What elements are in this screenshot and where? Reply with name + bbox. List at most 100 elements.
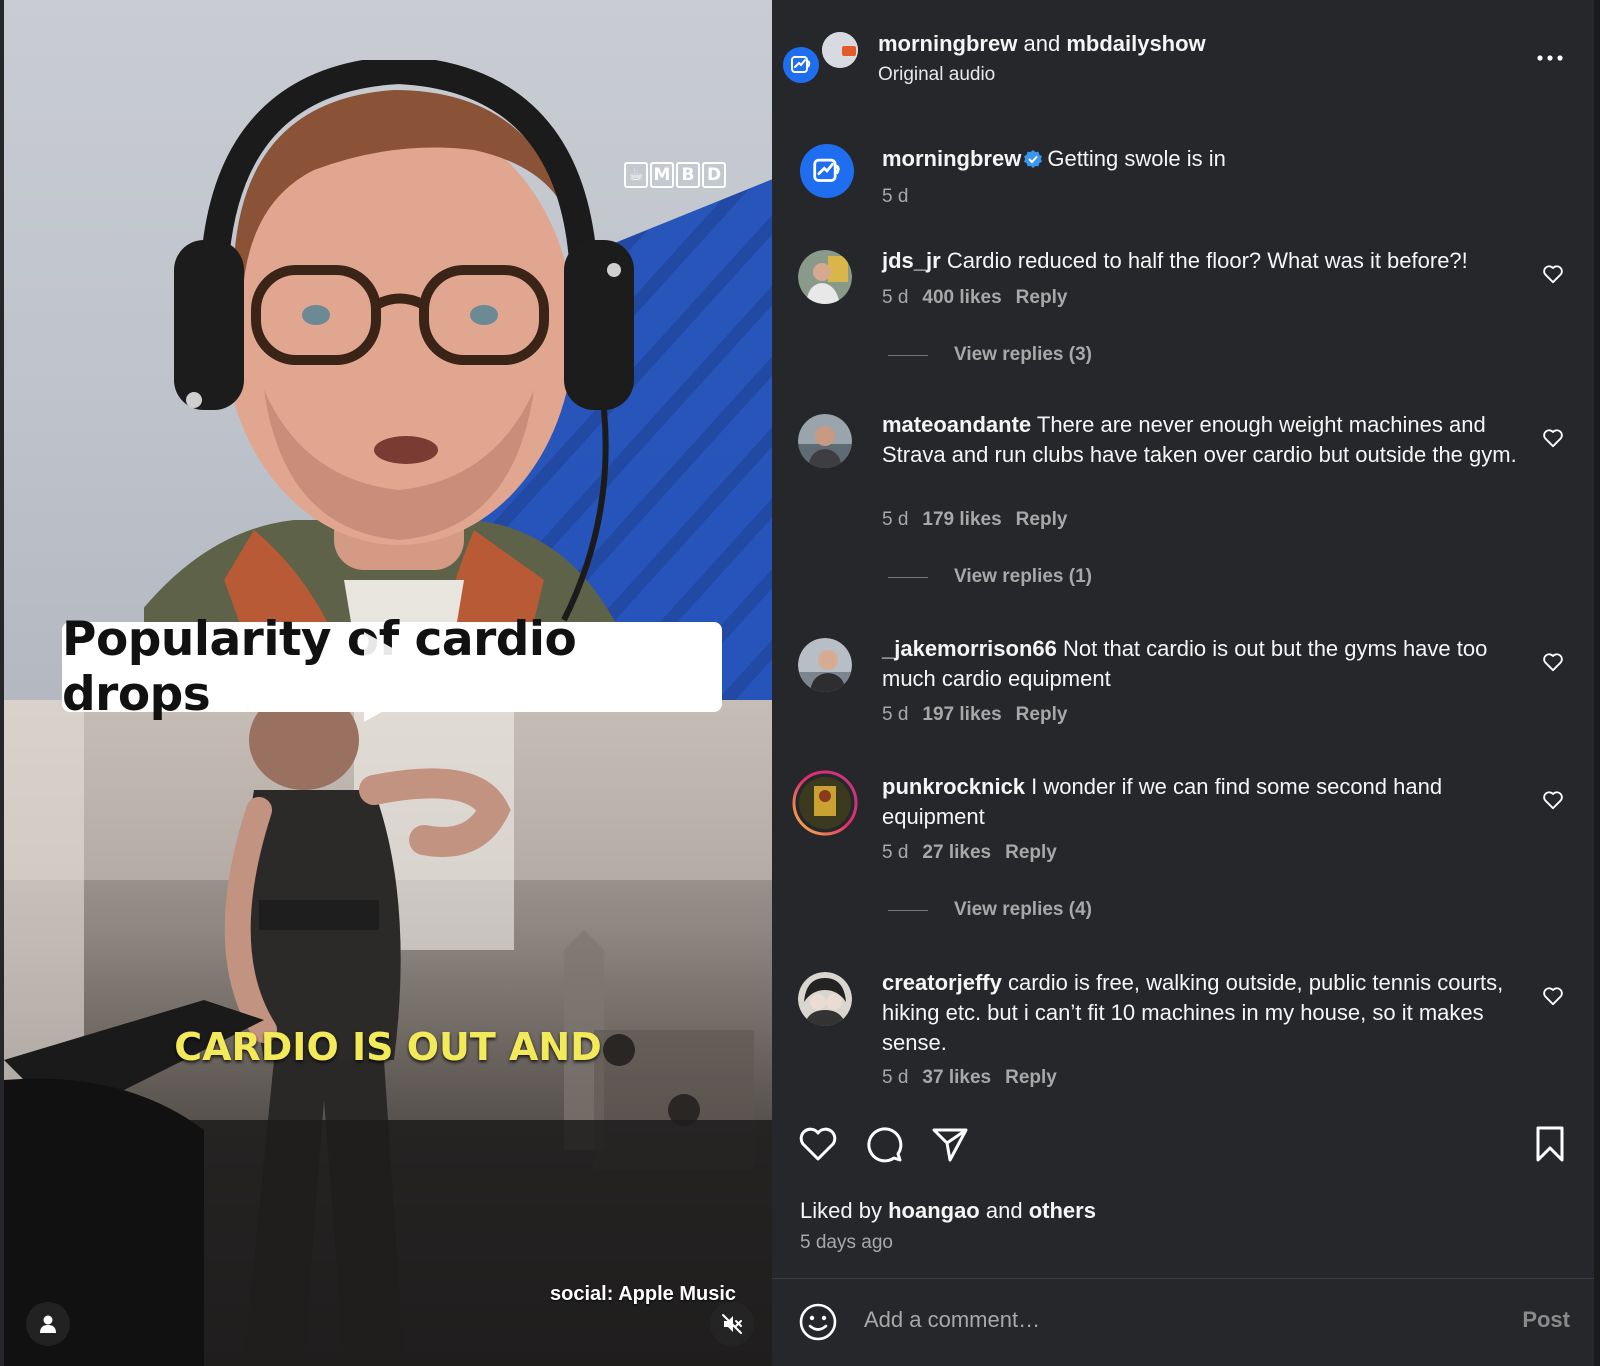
comment-meta: 5 d 27 likes Reply	[882, 842, 1057, 864]
avatar[interactable]	[800, 144, 854, 198]
liked-user-link[interactable]: hoangao	[888, 1198, 980, 1223]
heart-icon[interactable]	[1542, 264, 1564, 284]
caption-time: 5 d	[882, 186, 909, 207]
reply-button[interactable]: Reply	[1016, 509, 1068, 531]
view-replies-label: View replies (1)	[954, 566, 1092, 587]
comment-text: creatorjeffy cardio is free, walking out…	[882, 968, 1532, 1058]
comment-text: jds_jr Cardio reduced to half the floor?…	[882, 246, 1532, 276]
mbd-avatar-icon	[822, 32, 858, 68]
post-side-panel: morningbrew and mbdailyshow Original aud…	[772, 0, 1600, 1366]
post-date: 5 days ago	[800, 1232, 893, 1253]
more-options-icon[interactable]	[1536, 48, 1564, 68]
comment-username[interactable]: jds_jr	[882, 248, 941, 273]
heart-icon[interactable]	[1542, 986, 1564, 1006]
heart-icon[interactable]	[798, 1124, 838, 1164]
video-bottom-frame: CARDIO IS OUT AND	[4, 700, 772, 1366]
comment-icon[interactable]	[864, 1124, 904, 1164]
replies-line	[888, 576, 928, 578]
likes-summary: Liked by hoangao and others	[800, 1198, 1096, 1224]
mute-icon	[722, 1314, 742, 1334]
comment-likes[interactable]: 27 likes	[922, 842, 991, 864]
user-tags-button[interactable]	[26, 1302, 70, 1346]
morningbrew-logo-icon	[791, 56, 811, 73]
view-replies-label: View replies (4)	[954, 899, 1092, 920]
collab-avatar-mbdailyshow[interactable]	[822, 32, 858, 68]
post-comment-button[interactable]: Post	[1522, 1307, 1570, 1333]
comment-time: 5 d	[882, 287, 909, 308]
comment-text: mateoandante There are never enough weig…	[882, 410, 1532, 470]
avatar[interactable]	[798, 638, 852, 692]
comment-text: _jakemorrison66 Not that cardio is out b…	[882, 634, 1532, 694]
comment-time: 5 d	[882, 704, 909, 725]
collab-avatar-morningbrew[interactable]	[780, 44, 822, 86]
reply-button[interactable]: Reply	[1016, 704, 1068, 726]
liked-joiner: and	[985, 1198, 1023, 1223]
mbd-brand-logo: ☕ M B D	[624, 162, 726, 190]
comment-meta: 5 d 197 likes Reply	[882, 704, 1067, 726]
header-user-link[interactable]: morningbrew	[878, 31, 1017, 56]
comment-time: 5 d	[882, 1067, 909, 1088]
logo-letter: M	[650, 162, 674, 188]
video-caption: CARDIO IS OUT AND	[174, 1025, 602, 1069]
post-action-bar	[772, 1124, 1600, 1172]
avatar-story-ring[interactable]	[792, 770, 858, 836]
heart-icon[interactable]	[1542, 652, 1564, 672]
replies-line	[888, 909, 928, 911]
comment-meta: 5 d 400 likes Reply	[882, 287, 1067, 309]
logo-cup-icon: ☕	[624, 162, 648, 188]
window-edge	[1594, 0, 1600, 1366]
avatar[interactable]	[798, 414, 852, 468]
comment-time: 5 d	[882, 509, 909, 530]
comment-body: Cardio reduced to half the floor? What w…	[946, 248, 1468, 273]
comment-composer: Post	[772, 1280, 1600, 1366]
verified-icon	[1024, 150, 1043, 168]
composer-divider	[772, 1278, 1600, 1279]
avatar[interactable]	[798, 972, 852, 1026]
reply-button[interactable]: Reply	[1005, 842, 1057, 864]
heart-icon[interactable]	[1542, 428, 1564, 448]
comment-likes[interactable]: 400 likes	[922, 287, 1001, 309]
reply-button[interactable]: Reply	[1005, 1067, 1057, 1089]
comment-username[interactable]: mateoandante	[882, 412, 1031, 437]
caption-meta: 5 d	[882, 186, 908, 208]
comment-username[interactable]: creatorjeffy	[882, 970, 1002, 995]
liked-others-link[interactable]: others	[1029, 1198, 1096, 1223]
bookmark-icon[interactable]	[1530, 1124, 1570, 1164]
user-icon	[40, 1315, 56, 1333]
comment-likes[interactable]: 197 likes	[922, 704, 1001, 726]
reply-button[interactable]: Reply	[1016, 287, 1068, 309]
header-joiner: and	[1023, 31, 1061, 56]
comment-likes[interactable]: 179 likes	[922, 509, 1001, 531]
view-replies-label: View replies (3)	[954, 344, 1092, 365]
comment-time: 5 d	[882, 842, 909, 863]
logo-letter: D	[702, 162, 726, 188]
header-usernames: morningbrew and mbdailyshow	[878, 31, 1206, 57]
emoji-icon[interactable]	[798, 1302, 838, 1342]
avatar[interactable]	[798, 250, 852, 304]
comment-meta: 5 d 37 likes Reply	[882, 1067, 1057, 1089]
view-replies-button[interactable]: View replies (3)	[888, 344, 1092, 366]
comment-likes[interactable]: 37 likes	[922, 1067, 991, 1089]
music-credit: social: Apple Music	[550, 1283, 736, 1305]
comment-meta: 5 d 179 likes Reply	[882, 509, 1067, 531]
post-header: morningbrew and mbdailyshow Original aud…	[772, 0, 1600, 110]
comment-input[interactable]	[864, 1300, 1464, 1340]
view-replies-button[interactable]: View replies (4)	[888, 899, 1092, 921]
morningbrew-logo-icon	[813, 158, 840, 182]
view-replies-button[interactable]: View replies (1)	[888, 566, 1092, 588]
share-icon[interactable]	[930, 1124, 970, 1164]
header-user-link[interactable]: mbdailyshow	[1066, 31, 1205, 56]
audio-link[interactable]: Original audio	[878, 64, 995, 86]
presenter-figure	[144, 60, 643, 700]
mute-button[interactable]	[710, 1302, 754, 1346]
comment-username[interactable]: _jakemorrison66	[882, 636, 1057, 661]
caption-body: Getting swole is in	[1047, 146, 1226, 171]
caption-username[interactable]: morningbrew	[882, 146, 1021, 171]
caption-text: morningbrew Getting swole is in	[882, 144, 1532, 174]
play-icon[interactable]	[344, 622, 454, 732]
heart-icon[interactable]	[1542, 790, 1564, 810]
reel-video[interactable]: ☕ M B D CARDIO IS OUT AND Popularity of …	[4, 0, 772, 1366]
comment-username[interactable]: punkrocknick	[882, 774, 1025, 799]
comment-text: punkrocknick I wonder if we can find som…	[882, 772, 1532, 832]
video-top-frame: ☕ M B D	[4, 0, 772, 700]
